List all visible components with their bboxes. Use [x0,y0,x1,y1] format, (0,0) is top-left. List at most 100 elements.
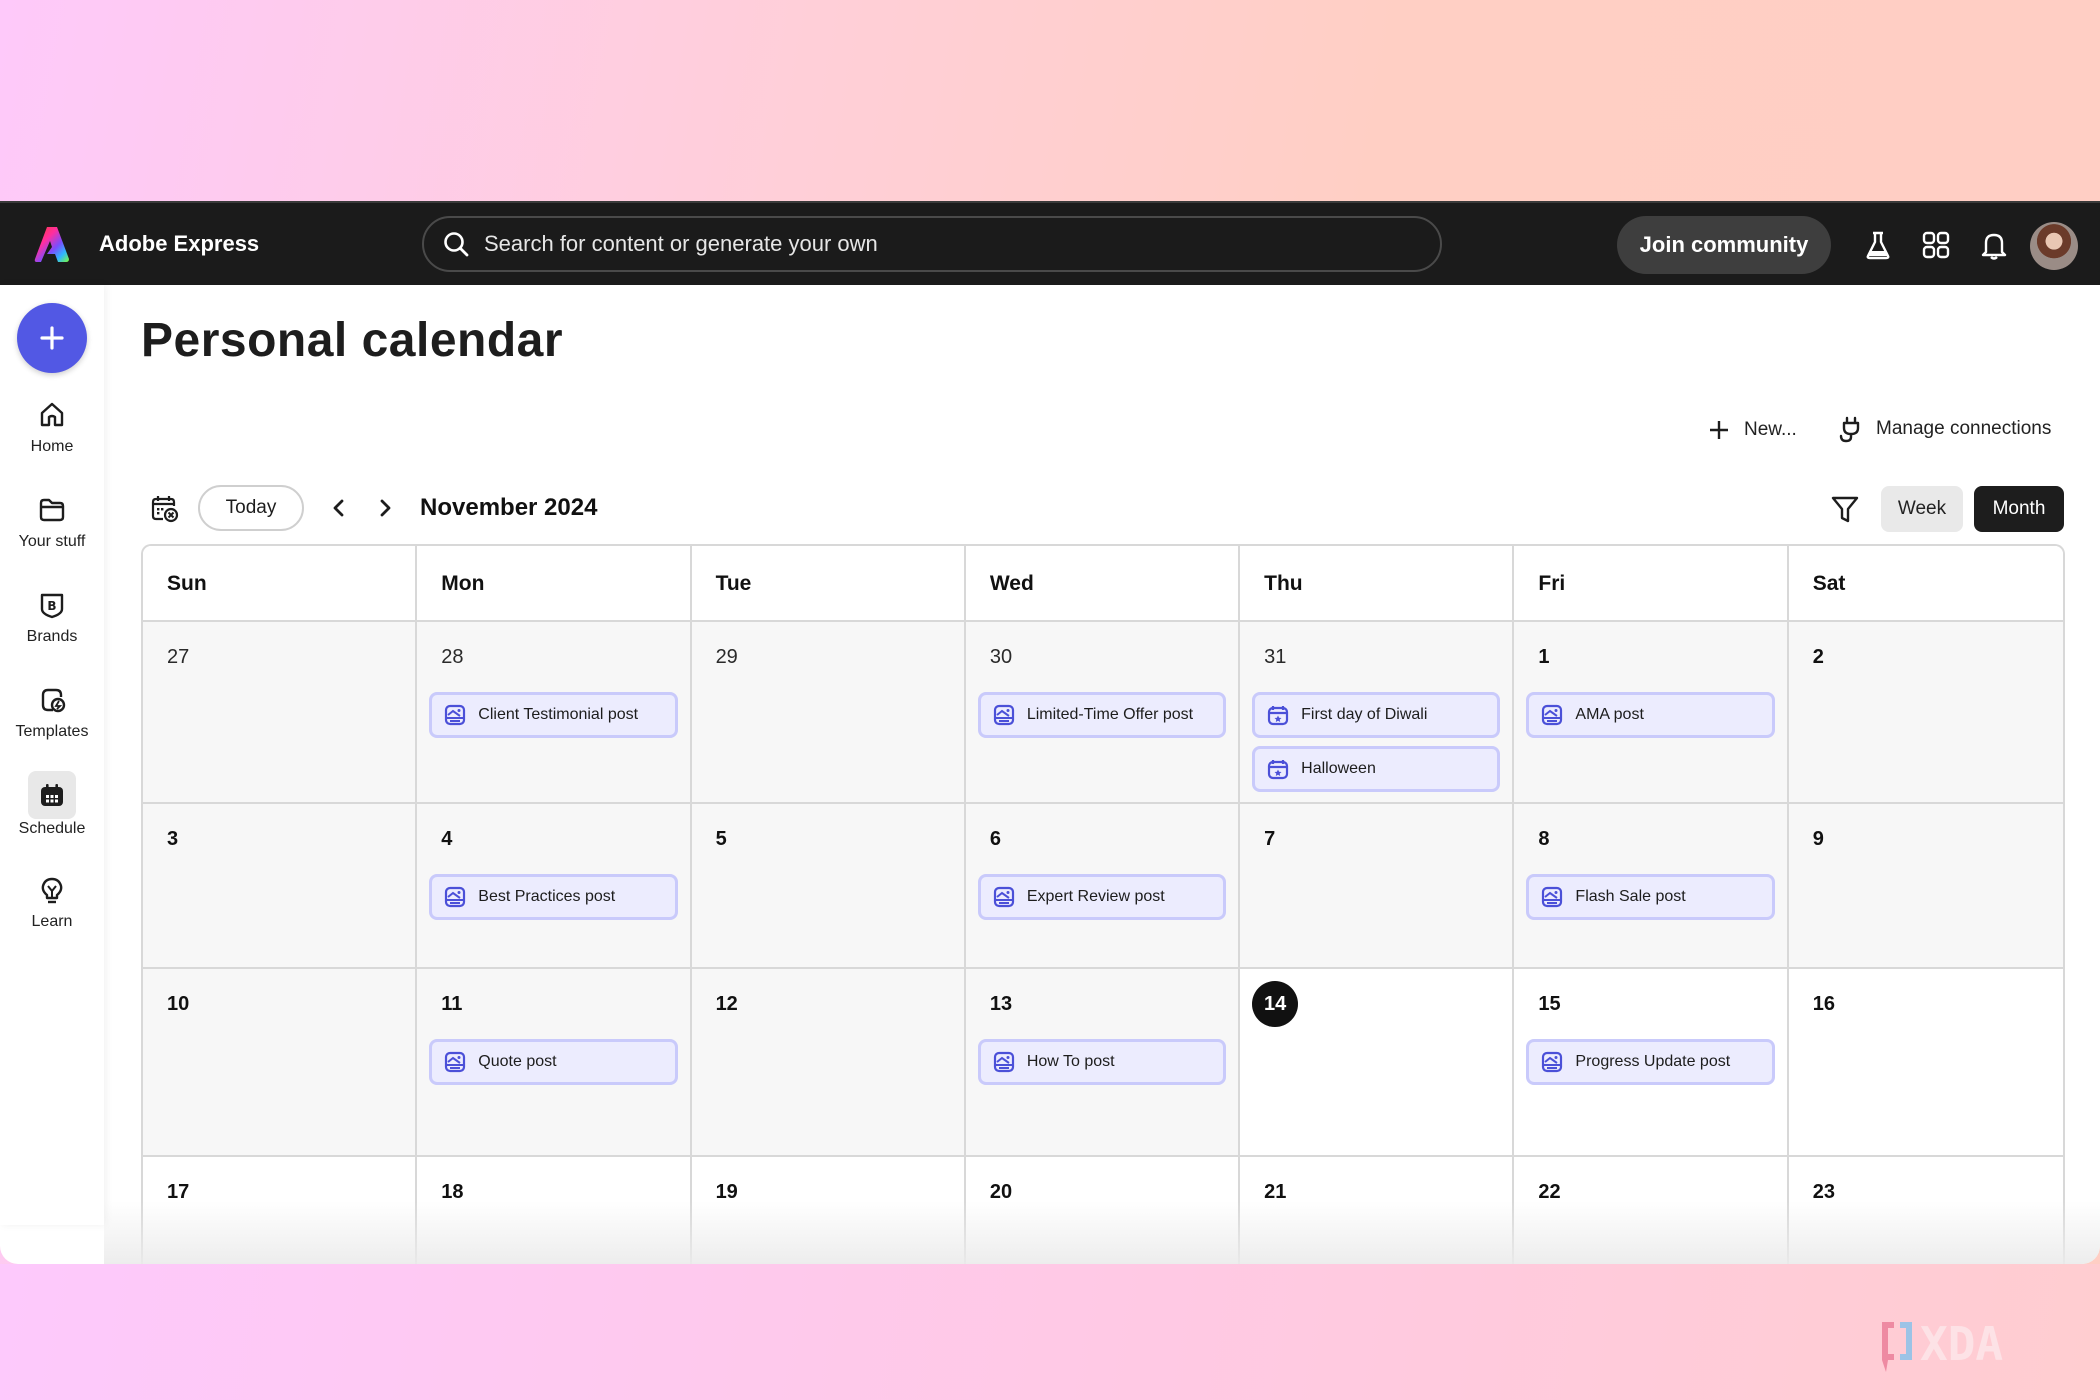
image-post-icon [1542,886,1563,908]
weekday-header: Sun Mon Tue Wed Thu Fri Sat [143,546,2063,622]
scheduled-post-chip[interactable]: AMA post [1526,692,1775,738]
calendar-day[interactable]: 27 [143,622,418,802]
day-events: Client Testimonial post [429,692,678,738]
calendar-day[interactable]: 11 Quote post [417,969,692,1155]
filter-icon[interactable] [1830,494,1860,524]
calendar-day[interactable]: 9 [1788,804,2063,967]
sidebar-item-your-stuff[interactable]: Your stuff [0,495,104,579]
calendar-icon [41,784,63,806]
scheduled-post-chip[interactable]: Progress Update post [1526,1039,1775,1085]
calendar-day[interactable]: 7 [1240,804,1515,967]
sidebar-item-label: Your stuff [18,533,86,550]
calendar-week-row: 3 4 Best Practices post 5 6 Expert Review pos… [143,804,2063,969]
day-number: 3 [167,828,179,850]
manage-connections-button[interactable]: Manage connections [1836,415,2051,443]
calendar-week-row: 17 18 19 20 21 22 23 [143,1157,2063,1264]
scheduled-post-chip[interactable]: Limited-Time Offer post [977,692,1227,738]
adobe-express-logo-icon[interactable] [34,225,70,263]
calendar-day[interactable]: 5 [691,804,966,967]
calendar-day[interactable]: 15 Progress Update post [1514,969,1789,1155]
event-title: Limited-Time Offer post [1026,706,1194,723]
image-post-icon [1542,1051,1563,1073]
calendar-day[interactable]: 17 [143,1157,418,1264]
day-number: 15 [1538,993,1561,1015]
previous-month-button[interactable] [328,496,350,520]
page-title: Personal calendar [141,314,564,367]
join-community-button[interactable]: Join community [1617,216,1831,274]
search-icon [444,232,469,257]
scheduled-post-chip[interactable]: How To post [977,1039,1227,1085]
calendar-day[interactable]: 6 Expert Review post [965,804,1241,967]
day-events: Flash Sale post [1526,874,1775,920]
day-number: 23 [1812,1181,1835,1203]
sidebar-item-brands[interactable]: B Brands [0,590,104,674]
day-number: 1 [1538,646,1550,668]
calendar-day[interactable]: 22 [1514,1157,1789,1264]
holiday-event-chip[interactable]: First day of Diwali [1252,692,1501,738]
day-events: How To post [977,1039,1227,1085]
calendar-day[interactable]: 29 [691,622,966,802]
week-view-button[interactable]: Week [1881,486,1963,532]
calendar-day[interactable]: 18 [417,1157,692,1264]
event-title: AMA post [1575,706,1644,723]
day-number: 9 [1812,828,1824,850]
labs-flask-icon[interactable] [1862,229,1894,261]
calendar-day[interactable]: 21 [1240,1157,1515,1264]
search-input[interactable]: Search for content or generate your own [422,216,1442,272]
folder-icon [39,498,65,522]
calendar-day[interactable]: 3 [143,804,418,967]
sidebar-item-templates[interactable]: Templates [0,685,104,769]
calendar-day[interactable]: 19 [691,1157,966,1264]
day-number: 8 [1538,828,1550,850]
scheduled-post-chip[interactable]: Best Practices post [429,874,678,920]
user-avatar[interactable] [2030,222,2078,270]
calendar-day[interactable]: 2 [1788,622,2063,802]
next-month-button[interactable] [374,496,396,520]
sidebar-item-label: Learn [31,913,73,930]
event-title: First day of Diwali [1301,706,1428,723]
scheduled-post-chip[interactable]: Expert Review post [977,874,1227,920]
today-button[interactable]: Today [198,485,304,531]
sidebar-item-home[interactable]: Home [0,400,104,484]
calendar-day[interactable]: 28 Client Testimonial post [417,622,692,802]
calendar-day[interactable]: 8 Flash Sale post [1514,804,1789,967]
event-title: Flash Sale post [1575,888,1686,905]
calendar-day[interactable]: 1 AMA post [1514,622,1789,802]
sidebar-item-learn[interactable]: Learn [0,875,104,959]
calendar-day[interactable]: 13 How To post [965,969,1241,1155]
left-sidebar: Home Your stuff B Brands Templates Sched… [0,285,104,1225]
sidebar-item-label: Schedule [18,820,86,837]
calendar-day[interactable]: 30 Limited-Time Offer post [965,622,1241,802]
event-title: Best Practices post [478,888,616,905]
sidebar-item-label: Brands [26,628,78,645]
holiday-event-chip[interactable]: Halloween [1252,746,1501,792]
day-number: 29 [715,646,738,668]
calendar-day[interactable]: 10 [143,969,418,1155]
calendar-week-row: 10 11 Quote post 12 13 How To post 14 15 Progres… [143,969,2063,1157]
calendar-day[interactable]: 16 [1788,969,2063,1155]
calendar-day[interactable]: 4 Best Practices post [417,804,692,967]
month-view-button[interactable]: Month [1974,486,2064,532]
scheduled-post-chip[interactable]: Quote post [429,1039,678,1085]
apps-grid-icon[interactable] [1920,229,1952,261]
create-new-button[interactable] [17,303,87,373]
day-events: Limited-Time Offer post [977,692,1227,738]
calendar-day[interactable]: 23 [1788,1157,2063,1264]
sidebar-item-schedule[interactable]: Schedule [0,771,104,864]
day-number: 19 [715,1181,738,1203]
calendar-day[interactable]: 20 [965,1157,1241,1264]
new-button[interactable]: New... [1708,419,1797,441]
notifications-bell-icon[interactable] [1978,229,2010,261]
holiday-calendar-icon [1268,760,1289,780]
day-number: 16 [1812,993,1835,1015]
background-band [0,1264,2100,1400]
scheduled-post-chip[interactable]: Flash Sale post [1526,874,1775,920]
calendar-day[interactable]: 31 First day of Diwali Halloween [1240,622,1515,802]
scheduled-post-chip[interactable]: Client Testimonial post [429,692,678,738]
image-post-icon [993,1051,1014,1073]
calendar-day[interactable]: 12 [691,969,966,1155]
calendar-unschedule-icon[interactable] [149,493,179,523]
calendar-day-today[interactable]: 14 [1240,969,1515,1155]
weekday-label: Sat [1812,572,1846,595]
weekday-label: Sun [143,546,418,620]
